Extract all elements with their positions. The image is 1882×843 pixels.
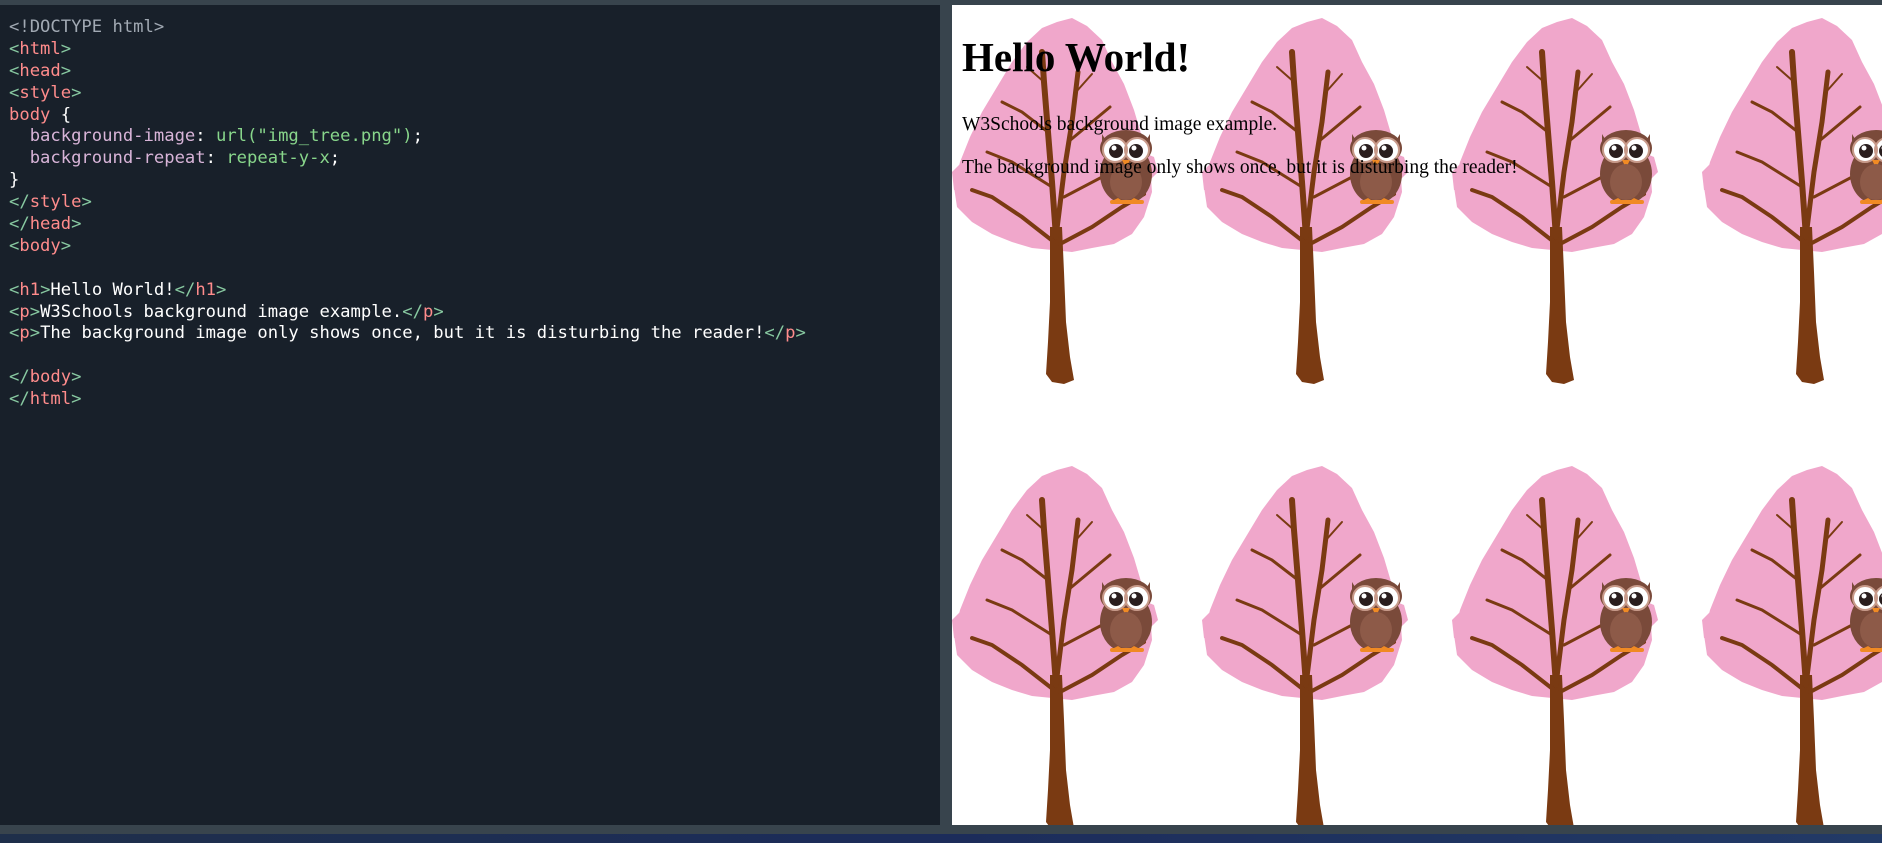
code-token: > [433,301,444,322]
code-line: background-repeat: repeat-y-x; [9,148,940,170]
code-token: { [50,104,72,125]
code-line: <p>W3Schools background image example.</… [9,302,940,324]
code-line: <html> [9,39,940,61]
code-line: } [9,170,940,192]
code-token: > [29,301,41,322]
code-token: } [9,170,20,191]
code-token: > [60,235,72,256]
code-token: </ [9,389,30,410]
tree-tile [1452,466,1658,825]
tree-tile [1702,466,1882,825]
code-token: < [9,279,20,300]
code-token: < [9,38,20,59]
code-editor[interactable]: <!DOCTYPE html> <html> <head> <style> body {… [0,5,940,825]
code-line: <p>The background image only shows once,… [9,323,940,345]
code-token: > [216,279,227,300]
code-token: < [9,82,20,103]
code-token: style [19,82,72,103]
result-paragraph-2: The background image only shows once, bu… [962,157,1518,178]
code-token: > [81,192,92,213]
code-token: < [9,323,20,344]
code-token: > [71,82,82,103]
code-token: style [29,192,82,213]
tree-tile [952,466,1158,825]
code-token: <!DOCTYPE html> [9,17,165,37]
code-token: > [60,38,72,59]
code-token: background-image [9,126,196,147]
code-token: p [19,301,30,322]
code-token: repeat-y-x [226,148,330,169]
code-token: > [71,214,82,235]
code-line: </style> [9,192,940,214]
code-line: </head> [9,214,940,236]
code-token: : [205,148,227,169]
code-token: body [9,104,51,125]
code-text[interactable]: <!DOCTYPE html> <html> <head> <style> body {… [0,5,940,411]
code-token: > [71,389,82,410]
code-token: W3Schools background image example. [40,301,403,322]
code-token: : [195,126,216,147]
code-token: body [19,235,61,256]
code-token: background-repeat [9,148,206,169]
code-token: > [71,367,82,388]
code-token: "img_tree.png" [257,126,403,147]
code-token: > [40,279,51,300]
code-token: ; [412,126,423,147]
code-token: h1 [19,279,41,300]
code-line: <!DOCTYPE html> [9,17,940,39]
code-line: body { [9,105,940,127]
taskbar-strip [0,834,1882,843]
code-token: </ [402,301,423,322]
code-token: p [785,323,796,344]
result-heading: Hello World! [962,34,1191,80]
code-token: ; [329,148,341,169]
code-token: > [795,323,806,344]
result-paragraph-1: W3Schools background image example. [962,114,1278,135]
result-pane: Hello World! W3Schools background image … [952,5,1882,825]
code-line: background-image: url("img_tree.png"); [9,126,940,148]
tree-tile [1202,466,1408,825]
code-token: Hello World! [50,279,175,300]
code-line: <body> [9,236,940,258]
code-token: url( [215,126,258,147]
code-token: The background image only shows once, bu… [40,323,765,344]
code-token: head [29,214,72,235]
code-token: < [9,301,20,322]
code-line: <head> [9,61,940,83]
code-token: head [19,60,61,81]
code-token: body [29,367,72,388]
code-token: </ [764,323,786,344]
pane-divider[interactable] [940,5,952,825]
code-token: </ [9,367,30,388]
code-token: > [29,323,41,344]
code-line: <style> [9,83,940,105]
code-token: h1 [195,279,217,300]
code-token: </ [174,279,196,300]
window-bottom-bar [0,825,1882,834]
code-line: </body> [9,367,940,389]
code-token: ) [402,126,413,147]
code-token: html [19,38,61,59]
code-token: </ [9,192,30,213]
code-token: </ [9,214,30,235]
code-token: > [60,60,72,81]
code-token: < [9,235,20,256]
code-token: p [19,323,30,344]
code-token: html [29,389,72,410]
code-line: <h1>Hello World!</h1> [9,280,940,302]
code-token: < [9,60,20,81]
code-token: p [422,301,434,322]
result-document: Hello World! W3Schools background image … [962,5,1882,179]
code-line: </html> [9,389,940,411]
